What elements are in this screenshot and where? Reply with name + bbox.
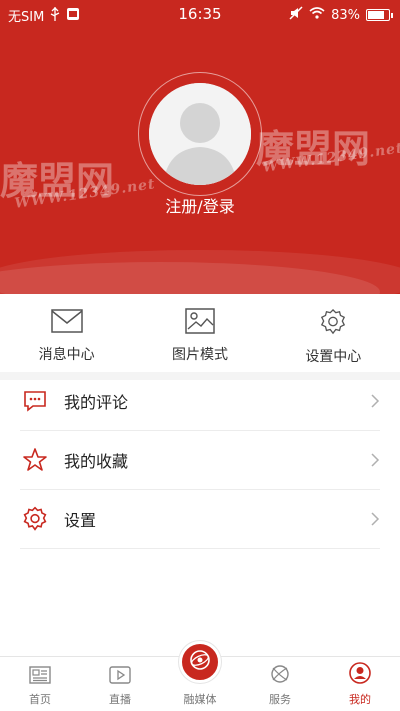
tab-label: 直播 bbox=[109, 693, 131, 706]
media-bubble bbox=[179, 641, 221, 683]
tab-label: 融媒体 bbox=[183, 693, 217, 706]
battery-percent: 83% bbox=[331, 7, 360, 23]
avatar[interactable] bbox=[149, 83, 251, 185]
battery-fill bbox=[368, 11, 384, 19]
profile-header: 魔盟网 WWW.12349.net 魔盟网 WWW.12349.net 无SIM… bbox=[0, 0, 400, 294]
gear-icon bbox=[22, 506, 48, 532]
gear-icon bbox=[318, 308, 348, 340]
tab-label: 首页 bbox=[29, 693, 51, 706]
user-icon bbox=[349, 662, 371, 688]
mute-icon bbox=[289, 6, 303, 24]
default-avatar-icon bbox=[149, 83, 251, 185]
login-register-link[interactable]: 注册/登录 bbox=[0, 193, 400, 217]
tab-media[interactable]: 融媒体 bbox=[160, 641, 240, 711]
mail-icon bbox=[50, 308, 83, 338]
chevron-right-icon bbox=[370, 511, 380, 527]
image-icon bbox=[185, 308, 215, 338]
battery-icon bbox=[366, 9, 393, 21]
bottom-tab-bar: 首页 直播 融媒体 服务 我的 bbox=[0, 641, 400, 711]
status-right: 83% bbox=[289, 6, 393, 24]
tab-label: 我的 bbox=[349, 693, 371, 706]
menu-list: 我的评论 我的收藏 设置 bbox=[20, 372, 380, 549]
menu-item-settings[interactable]: 设置 bbox=[20, 490, 380, 549]
menu-item-label: 我的收藏 bbox=[64, 452, 129, 471]
chevron-right-icon bbox=[370, 393, 380, 409]
quick-actions: 消息中心 图片模式 设置中心 bbox=[0, 294, 400, 372]
quick-action-label: 图片模式 bbox=[171, 347, 228, 363]
quick-action-image-mode[interactable]: 图片模式 bbox=[133, 294, 266, 372]
menu-item-my-comments[interactable]: 我的评论 bbox=[20, 372, 380, 431]
quick-action-settings-center[interactable]: 设置中心 bbox=[267, 294, 400, 372]
quick-action-label: 消息中心 bbox=[38, 347, 95, 363]
tab-home[interactable]: 首页 bbox=[0, 657, 80, 711]
menu-item-my-favorites[interactable]: 我的收藏 bbox=[20, 431, 380, 490]
tab-services[interactable]: 服务 bbox=[240, 657, 320, 711]
status-bar: 无SIM 16:35 83% bbox=[0, 0, 400, 28]
menu-item-label: 我的评论 bbox=[64, 393, 129, 412]
tab-live[interactable]: 直播 bbox=[80, 657, 160, 711]
menu-item-label: 设置 bbox=[64, 511, 97, 530]
comment-icon bbox=[22, 388, 48, 414]
chevron-right-icon bbox=[370, 452, 380, 468]
tab-mine[interactable]: 我的 bbox=[320, 657, 400, 711]
star-icon bbox=[22, 447, 48, 473]
quick-action-messages[interactable]: 消息中心 bbox=[0, 294, 133, 372]
wifi-icon bbox=[309, 7, 325, 23]
play-icon bbox=[109, 666, 131, 688]
quick-action-label: 设置中心 bbox=[305, 349, 362, 365]
service-icon bbox=[269, 664, 291, 688]
home-news-icon bbox=[29, 666, 51, 688]
globe-icon bbox=[188, 648, 212, 676]
tab-label: 服务 bbox=[269, 693, 291, 706]
